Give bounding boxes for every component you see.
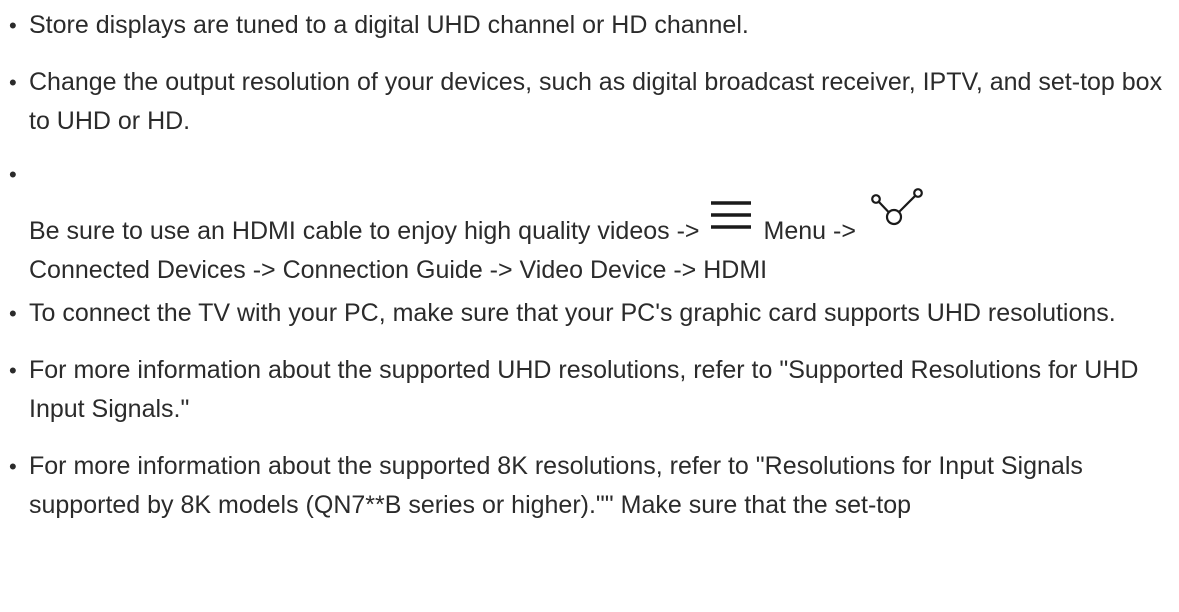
list-item-text-before: Be sure to use an HDMI cable to enjoy hi… (29, 217, 700, 245)
bullet-list: • Store displays are tuned to a digital … (9, 0, 1169, 525)
list-item-text: For more information about the supported… (29, 356, 1139, 423)
list-item: • For more information about the support… (9, 351, 1169, 429)
list-item: • To connect the TV with your PC, make s… (9, 294, 1169, 333)
list-item-text: Store displays are tuned to a digital UH… (29, 11, 749, 39)
bullet-marker: • (9, 70, 17, 95)
list-item: • For more information about the support… (9, 447, 1169, 525)
list-item: • Be sure to use an HDMI cable to enjoy … (9, 159, 1169, 284)
list-item-text: For more information about the supported… (29, 452, 1083, 519)
bullet-marker: • (9, 13, 17, 38)
list-item: • Store displays are tuned to a digital … (9, 6, 1169, 45)
bullet-marker: • (9, 454, 17, 479)
bullet-marker: • (9, 358, 17, 383)
list-item: • Change the output resolution of your d… (9, 63, 1169, 141)
list-item-text-after: Connected Devices -> Connection Guide ->… (29, 256, 768, 284)
list-item-text-middle: Menu -> (763, 217, 856, 245)
menu-lines-icon (708, 196, 754, 251)
list-item-text: To connect the TV with your PC, make sur… (29, 299, 1116, 327)
connected-devices-icon (870, 188, 926, 251)
bullet-marker: • (9, 162, 17, 187)
list-item-text: Change the output resolution of your dev… (29, 68, 1163, 135)
bullet-marker: • (9, 301, 17, 326)
